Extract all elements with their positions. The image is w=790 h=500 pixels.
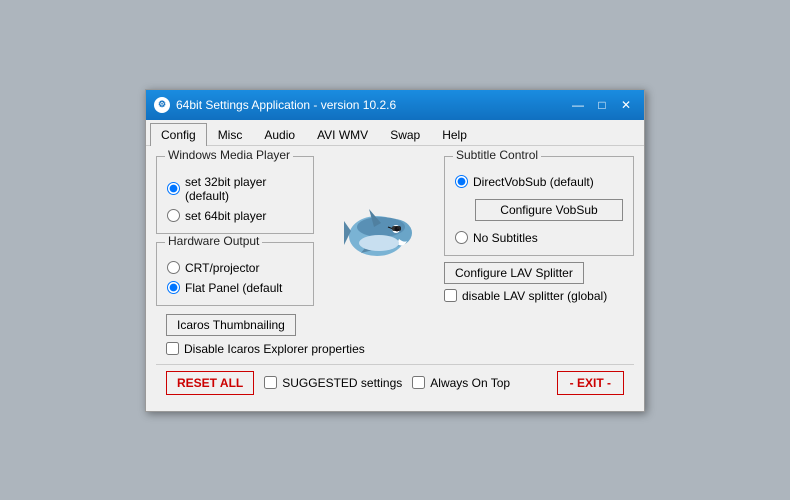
title-controls: — □ ✕ (568, 95, 636, 115)
disable-icaros-checkbox[interactable] (166, 342, 179, 355)
tab-config[interactable]: Config (150, 123, 207, 146)
subtitle-directvob-radio[interactable] (455, 175, 468, 188)
subtitle-directvob-option[interactable]: DirectVobSub (default) (455, 175, 623, 189)
title-bar: ⚙ 64bit Settings Application - version 1… (146, 90, 644, 120)
hw-crt-option[interactable]: CRT/projector (167, 261, 303, 275)
hw-crt-label: CRT/projector (185, 261, 259, 275)
tab-swap[interactable]: Swap (379, 123, 431, 146)
menu-bar: Config Misc Audio AVI WMV Swap Help (146, 120, 644, 146)
left-panel: Windows Media Player set 32bit player (d… (156, 156, 314, 306)
maximize-button[interactable]: □ (592, 95, 612, 115)
tab-misc[interactable]: Misc (207, 123, 254, 146)
exit-button[interactable]: - EXIT - (557, 371, 624, 395)
configure-vobsub-button[interactable]: Configure VobSub (475, 199, 623, 221)
lav-section: Configure LAV Splitter disable LAV split… (444, 262, 634, 303)
thumbnailing-section: Icaros Thumbnailing Disable Icaros Explo… (156, 314, 634, 364)
tab-audio[interactable]: Audio (253, 123, 306, 146)
wmp-64bit-label: set 64bit player (185, 209, 266, 223)
hw-options: CRT/projector Flat Panel (default (167, 261, 303, 295)
disable-lav-label: disable LAV splitter (global) (462, 289, 607, 303)
subtitle-none-option[interactable]: No Subtitles (455, 231, 623, 245)
subtitle-none-label: No Subtitles (473, 231, 538, 245)
subtitle-options: DirectVobSub (default) Configure VobSub … (455, 175, 623, 245)
bottom-bar: RESET ALL SUGGESTED settings Always On T… (156, 364, 634, 401)
close-button[interactable]: ✕ (616, 95, 636, 115)
hardware-output-group: Hardware Output CRT/projector Flat Panel… (156, 242, 314, 306)
always-on-top-row[interactable]: Always On Top (412, 376, 510, 390)
suggested-settings-label: SUGGESTED settings (282, 376, 402, 390)
tab-help[interactable]: Help (431, 123, 478, 146)
wmp-32bit-radio[interactable] (167, 182, 180, 195)
subtitle-control-group: Subtitle Control DirectVobSub (default) … (444, 156, 634, 256)
wmp-64bit-radio[interactable] (167, 209, 180, 222)
hw-crt-radio[interactable] (167, 261, 180, 274)
hw-group-label: Hardware Output (165, 234, 262, 248)
always-on-top-checkbox[interactable] (412, 376, 425, 389)
disable-lav-checkbox[interactable] (444, 289, 457, 302)
right-panel: Subtitle Control DirectVobSub (default) … (444, 156, 634, 306)
wmp-group-label: Windows Media Player (165, 148, 293, 162)
disable-icaros-checkbox-row[interactable]: Disable Icaros Explorer properties (166, 342, 634, 356)
center-logo-area (324, 156, 434, 306)
main-window: ⚙ 64bit Settings Application - version 1… (145, 89, 645, 412)
suggested-settings-checkbox[interactable] (264, 376, 277, 389)
app-icon: ⚙ (154, 97, 170, 113)
windows-media-player-group: Windows Media Player set 32bit player (d… (156, 156, 314, 234)
hw-flatpanel-option[interactable]: Flat Panel (default (167, 281, 303, 295)
icaros-thumbnailing-button[interactable]: Icaros Thumbnailing (166, 314, 296, 336)
wmp-options: set 32bit player (default) set 64bit pla… (167, 175, 303, 223)
subtitle-group-label: Subtitle Control (453, 148, 541, 162)
hw-flatpanel-radio[interactable] (167, 281, 180, 294)
tab-avi-wmv[interactable]: AVI WMV (306, 123, 379, 146)
hw-flatpanel-label: Flat Panel (default (185, 281, 282, 295)
main-area: Windows Media Player set 32bit player (d… (156, 156, 634, 306)
reset-all-button[interactable]: RESET ALL (166, 371, 254, 395)
wmp-32bit-option[interactable]: set 32bit player (default) (167, 175, 303, 203)
wmp-32bit-label: set 32bit player (default) (185, 175, 303, 203)
always-on-top-label: Always On Top (430, 376, 510, 390)
wmp-64bit-option[interactable]: set 64bit player (167, 209, 303, 223)
subtitle-directvob-label: DirectVobSub (default) (473, 175, 594, 189)
minimize-button[interactable]: — (568, 95, 588, 115)
configure-lav-button[interactable]: Configure LAV Splitter (444, 262, 584, 284)
window-title: 64bit Settings Application - version 10.… (176, 98, 568, 112)
disable-lav-checkbox-row[interactable]: disable LAV splitter (global) (444, 289, 634, 303)
disable-icaros-label: Disable Icaros Explorer properties (184, 342, 365, 356)
suggested-settings-row[interactable]: SUGGESTED settings (264, 376, 402, 390)
shark-logo (339, 191, 419, 271)
content-area: Windows Media Player set 32bit player (d… (146, 146, 644, 411)
subtitle-none-radio[interactable] (455, 231, 468, 244)
